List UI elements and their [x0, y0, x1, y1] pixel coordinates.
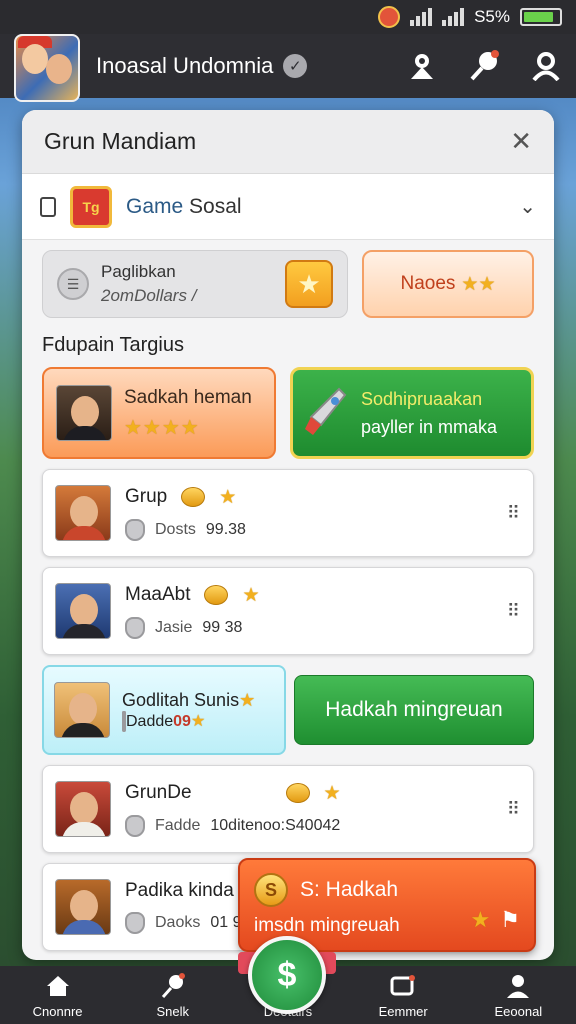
more-options-icon[interactable]: ⠿: [507, 503, 521, 524]
coin-icon: [181, 487, 206, 507]
rewards-label: Naoes: [400, 273, 456, 294]
coin-icon: [204, 585, 229, 605]
promo-title: S: Hadkah: [300, 878, 399, 901]
star-icon: ★: [190, 712, 206, 730]
more-options-icon[interactable]: ⠿: [507, 799, 521, 820]
section-title: Fdupain Targius: [42, 334, 184, 356]
list-item[interactable]: Grup ★ Dosts 99.38 ⠿: [42, 469, 534, 557]
member-stat-value: 99 38: [202, 618, 243, 636]
star-icon: ★: [219, 486, 237, 508]
game-logo: Tg: [70, 185, 112, 228]
member-avatar: [55, 781, 111, 837]
list-item[interactable]: MaaAbt ★ Jasie 99 38 ⠿: [42, 567, 534, 655]
notification-app-icon: [378, 6, 401, 28]
member-avatar: [55, 583, 111, 639]
member-name: MaaAbt: [125, 584, 191, 605]
battery-percentage: S5%: [474, 7, 510, 26]
find-players-button[interactable]: Sodhipruaakan payller in mmaka: [290, 367, 534, 459]
balance-card[interactable]: ☰ Paglibkan 2omDollars / ★: [42, 250, 348, 318]
shield-icon: [125, 616, 145, 639]
promo-subtitle: imsdn mingreuah: [254, 915, 400, 936]
panel-title: Grun Mandiam: [44, 128, 197, 154]
shield-icon: [125, 814, 145, 837]
list-icon: ☰: [57, 268, 89, 300]
close-icon[interactable]: ✕: [510, 126, 532, 157]
nav-home-label: Cnonnre: [32, 1003, 83, 1019]
member-stat-label: Dosts: [155, 520, 196, 538]
profile-icon[interactable]: [530, 50, 562, 82]
star-icon: ★★: [461, 273, 496, 295]
member-stat-label: Dadde: [126, 712, 174, 730]
member-stat-label: Jasie: [155, 618, 193, 636]
battery-icon: [520, 8, 562, 26]
highlighted-list-item[interactable]: Godlitah Sunis★ Dadde09★: [42, 665, 286, 755]
nav-comments[interactable]: Eemmer: [348, 972, 458, 1019]
star-icon: ★: [239, 689, 256, 710]
nav-personal-label: Eeoonal: [494, 1003, 543, 1019]
invite-button[interactable]: Hadkah mingreuan: [294, 675, 534, 745]
player-avatar: [56, 385, 112, 441]
star-icon: ★: [242, 584, 260, 606]
member-name: Godlitah Sunis: [122, 689, 240, 710]
app-header: Inoasal Undomnia ✓: [0, 34, 576, 102]
star-icon: ★: [470, 907, 491, 932]
find-players-subtitle: payller in mmaka: [361, 417, 498, 437]
rocket-icon: [303, 385, 349, 441]
balance-label: Paglibkan: [101, 262, 176, 281]
member-stat-value: 99.38: [205, 520, 246, 538]
member-name: Padika kinda: [125, 880, 234, 901]
group-avatar[interactable]: [14, 34, 80, 102]
rating-stars: ★★★★: [124, 416, 200, 439]
list-item[interactable]: GrunDe ★ Fadde 10ditenoo:S40042 ⠿: [42, 765, 534, 853]
member-stat-value: 01 9: [210, 914, 242, 931]
add-member-icon[interactable]: [406, 50, 438, 82]
verified-check-icon: ✓: [283, 54, 308, 78]
signal-icon: [410, 8, 433, 26]
balance-value: 2omDollars /: [101, 286, 197, 305]
rewards-button[interactable]: Naoes ★★: [362, 250, 534, 318]
member-stat-value: 10ditenoo:S40042: [210, 816, 341, 834]
featured-player-name: Sadkah heman: [124, 386, 252, 408]
shield-icon: [125, 518, 145, 541]
featured-player-card[interactable]: Sadkah heman ★★★★: [42, 367, 276, 459]
header-title: Inoasal Undomnia: [96, 53, 274, 78]
member-avatar: [55, 485, 111, 541]
home-icon: [44, 972, 72, 1000]
dollar-coin-button[interactable]: $: [248, 936, 326, 1014]
member-avatar: [55, 879, 111, 935]
member-name: Grup: [125, 486, 168, 507]
message-icon: [389, 972, 417, 1000]
chevron-down-icon[interactable]: ⌄: [519, 194, 536, 219]
nav-personal[interactable]: Eeoonal: [463, 972, 573, 1019]
nav-home[interactable]: Cnonnre: [3, 972, 113, 1019]
star-button[interactable]: ★: [285, 260, 333, 308]
game-controller-icon: [159, 972, 187, 1000]
panel-header: Grun Mandiam ✕: [22, 110, 554, 174]
coin-icon: [285, 783, 310, 803]
lock-icon: [40, 196, 56, 217]
member-avatar: [54, 682, 110, 738]
game-controller-icon[interactable]: [468, 50, 500, 82]
nav-comments-label: Eemmer: [378, 1003, 428, 1019]
shield-icon: [125, 912, 145, 934]
game-selector[interactable]: Tg Game Sosal ⌄: [22, 174, 554, 240]
status-bar: S5%: [0, 0, 576, 34]
flag-icon: ⚑: [500, 907, 520, 932]
more-options-icon[interactable]: ⠿: [507, 601, 521, 622]
member-stat-label: Daoks: [155, 914, 201, 931]
profile-icon: [504, 972, 532, 1000]
member-stat-label: Fadde: [155, 816, 201, 834]
member-stat-value: 09: [173, 712, 191, 730]
star-icon: ★: [323, 782, 341, 804]
wifi-signal-icon: [442, 8, 465, 26]
game-name: Game Sosal: [126, 194, 242, 218]
nav-snack-label: Snelk: [156, 1003, 190, 1019]
find-players-title: Sodhipruaakan: [361, 389, 483, 409]
coin-icon: S: [254, 873, 288, 907]
nav-snack[interactable]: Snelk: [118, 972, 228, 1019]
member-name: GrunDe: [125, 782, 192, 803]
group-panel: Grun Mandiam ✕ Tg Game Sosal ⌄ ☰ Paglibk…: [22, 110, 554, 960]
